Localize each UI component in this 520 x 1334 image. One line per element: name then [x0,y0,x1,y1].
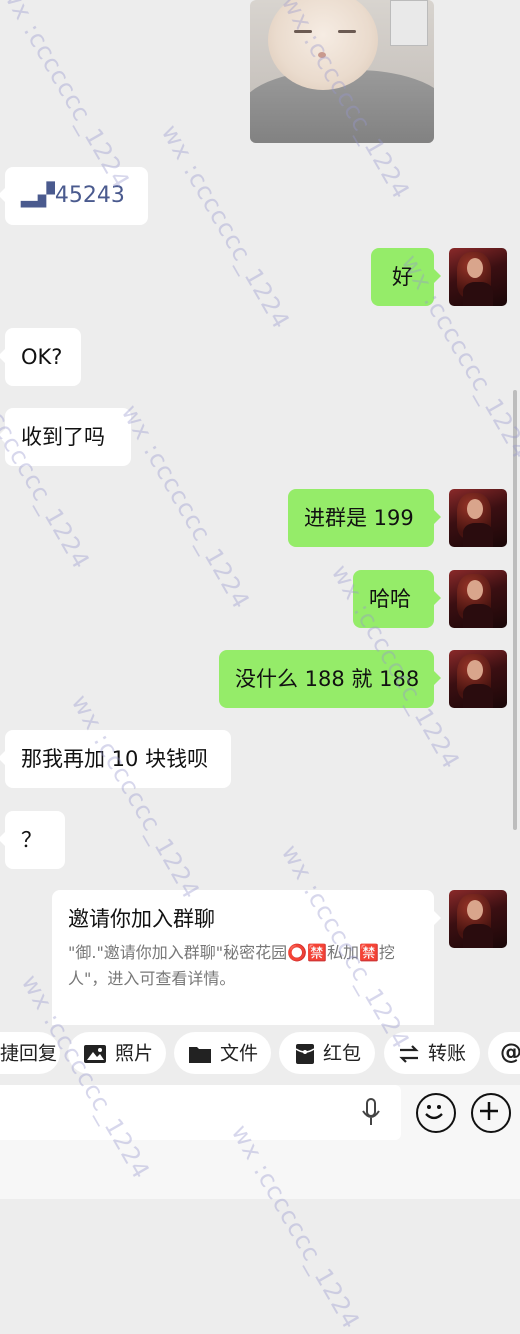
message-row: 没什么 188 就 188 [0,650,520,708]
chat-area[interactable]: ▂▞45243 好 OK? 收到了吗 进群是 199 哈哈 没什么 188 就 … [0,0,520,1025]
message-row: ▂▞45243 [0,167,520,225]
avatar[interactable] [449,570,507,628]
message-bubble-outgoing[interactable]: 哈哈 [353,570,441,628]
emoji-icon [424,1104,443,1119]
input-bar [0,1085,520,1199]
message-row: 那我再加 10 块钱呗 [0,730,520,788]
mic-icon[interactable] [361,1098,381,1128]
cat-sticker-image[interactable] [250,0,434,143]
message-bubble-outgoing[interactable]: 进群是 199 [288,489,441,547]
invite-title: 邀请你加入群聊 [68,907,215,931]
quick-action-bar: 捷回复 照片 文件 红包 转账 @ [0,1025,520,1085]
avatar[interactable] [449,248,507,306]
emoji-button[interactable] [416,1093,456,1133]
red-packet-icon [295,1043,315,1064]
file-button[interactable]: 文件 [174,1032,271,1074]
red-packet-button[interactable]: 红包 [279,1032,375,1074]
transfer-icon [399,1044,419,1063]
message-bubble-outgoing[interactable]: 好 [371,248,441,306]
message-bubble-incoming[interactable]: ▂▞45243 [0,167,148,225]
message-bubble-outgoing[interactable]: 没什么 188 就 188 [219,650,441,708]
transfer-button[interactable]: 转账 [384,1032,480,1074]
message-row: 好 [0,248,520,306]
plus-button[interactable] [471,1093,511,1133]
scrollbar[interactable] [513,390,517,830]
message-bubble-incoming[interactable]: ？ [0,811,65,869]
message-bubble-incoming[interactable]: 收到了吗 [0,408,131,466]
avatar[interactable] [449,489,507,547]
message-row: 哈哈 [0,570,520,628]
group-invite-card[interactable]: 邀请你加入群聊 "御."邀请你加入群聊"秘密花园⭕🈲私加🈲挖人"，进入可查看详情… [52,890,441,1025]
mention-button[interactable]: @ [488,1032,520,1074]
photo-button[interactable]: 照片 [68,1032,166,1074]
quick-reply-button[interactable]: 捷回复 [0,1032,60,1074]
message-input[interactable] [0,1085,401,1140]
avatar[interactable] [449,890,507,948]
avatar[interactable] [449,650,507,708]
invite-description: "御."邀请你加入群聊"秘密花园⭕🈲私加🈲挖人"，进入可查看详情。 [68,943,395,988]
folder-icon [189,1046,211,1063]
photo-icon [84,1044,106,1063]
message-row: ？ [0,811,520,869]
message-row: 收到了吗 [0,408,520,466]
message-bubble-incoming[interactable]: OK? [0,328,81,386]
message-row: OK? [0,328,520,386]
plus-icon [479,1101,498,1120]
message-bubble-incoming[interactable]: 那我再加 10 块钱呗 [0,730,231,788]
message-row: 进群是 199 [0,489,520,547]
